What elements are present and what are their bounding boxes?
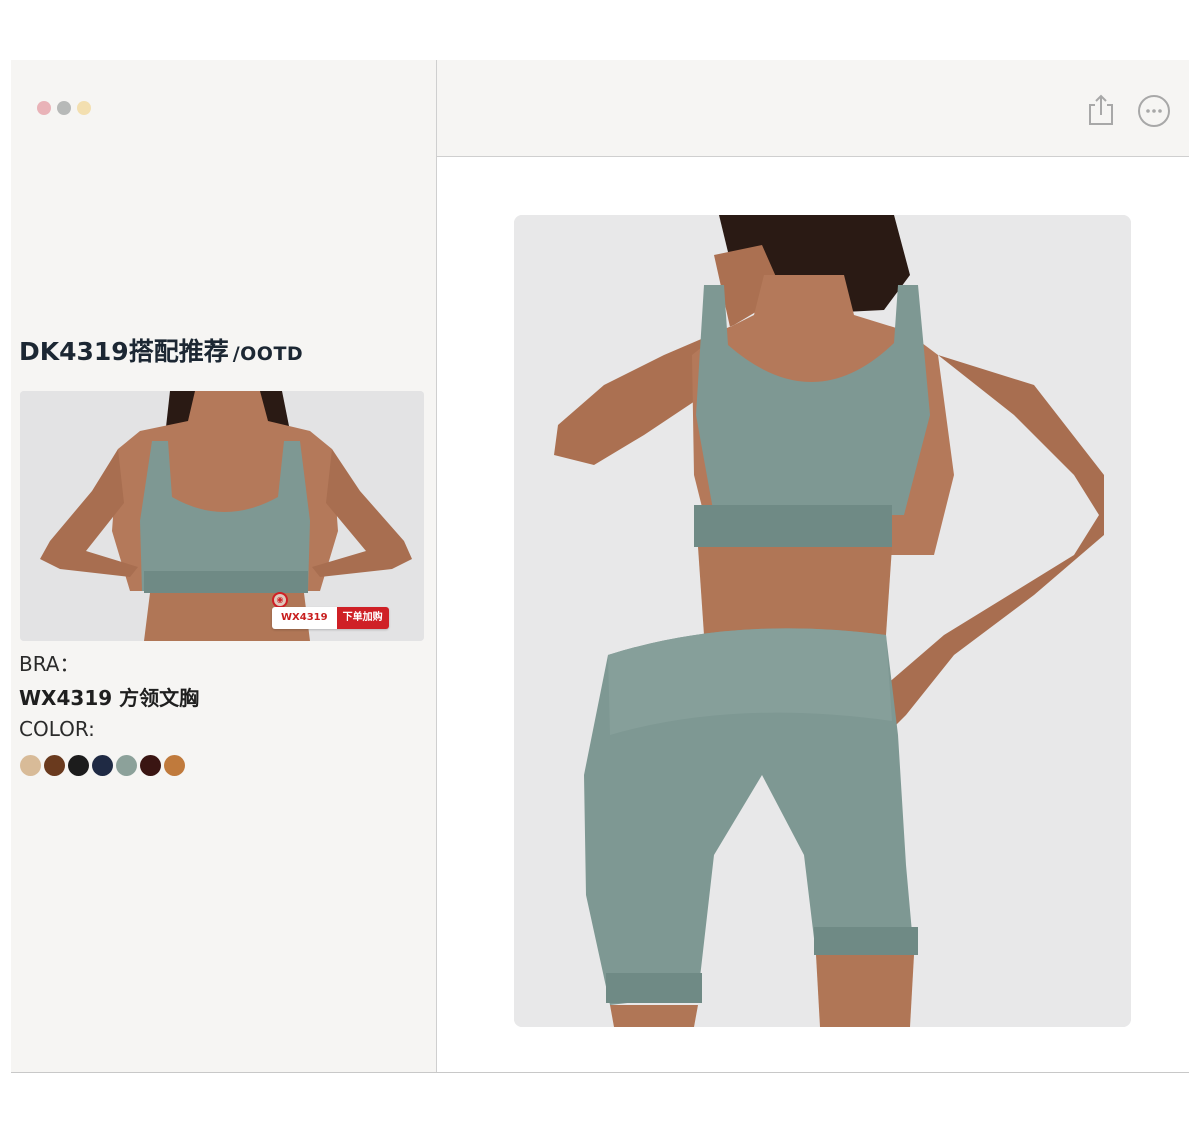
color-swatch[interactable]: [44, 755, 65, 776]
share-icon[interactable]: [1087, 93, 1115, 131]
category-label: BRA：: [19, 652, 80, 676]
product-thumbnail[interactable]: ◉ WX4319 下单加购: [20, 391, 424, 641]
window-dot-minimize[interactable]: [57, 101, 71, 115]
thumbnail-photo: [20, 391, 424, 641]
right-header: [437, 60, 1189, 157]
product-tag[interactable]: WX4319 下单加购: [272, 607, 389, 629]
tag-marker-icon: ◉: [272, 592, 288, 608]
page-title: DK4319搭配推荐/OOTD: [19, 332, 303, 368]
color-swatch[interactable]: [140, 755, 161, 776]
more-icon[interactable]: [1137, 94, 1171, 132]
product-tag-code: WX4319: [272, 607, 337, 629]
main-photo-illustration: [514, 215, 1131, 1027]
left-panel: DK4319搭配推荐/OOTD ◉ WX4319 下单加购 BRA： WX431…: [11, 60, 437, 1072]
page-title-suffix: /OOTD: [232, 343, 304, 365]
add-to-cart-button[interactable]: 下单加购: [336, 607, 389, 629]
window-controls: [37, 101, 91, 115]
window-dot-zoom[interactable]: [77, 101, 91, 115]
page-title-text: DK4319搭配推荐: [19, 337, 229, 366]
color-swatch[interactable]: [164, 755, 185, 776]
right-panel: [437, 60, 1189, 1072]
product-name: WX4319 方领文胸: [19, 686, 200, 710]
window-dot-close[interactable]: [37, 101, 51, 115]
color-swatch[interactable]: [116, 755, 137, 776]
color-label: COLOR:: [19, 717, 95, 741]
main-product-photo: [514, 215, 1131, 1027]
color-swatches: [20, 755, 185, 776]
app-window: DK4319搭配推荐/OOTD ◉ WX4319 下单加购 BRA： WX431…: [11, 60, 1189, 1073]
color-swatch[interactable]: [92, 755, 113, 776]
color-swatch[interactable]: [20, 755, 41, 776]
color-swatch[interactable]: [68, 755, 89, 776]
